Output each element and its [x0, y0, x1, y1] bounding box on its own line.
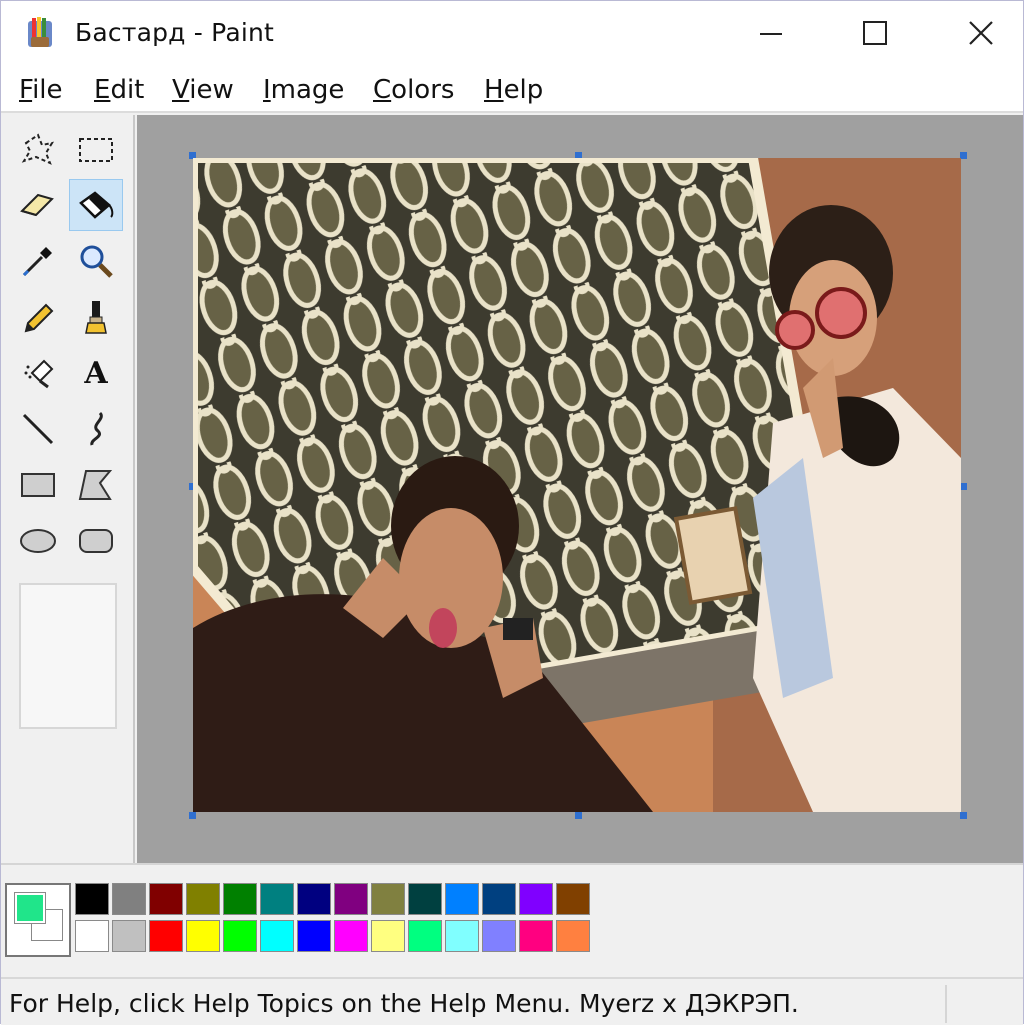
palette-swatch[interactable] [482, 920, 516, 952]
palette-swatch[interactable] [149, 920, 183, 952]
fill-bucket-icon [79, 191, 114, 219]
menu-file[interactable]: File [19, 75, 63, 105]
palette-swatch[interactable] [408, 883, 442, 915]
polygon-icon [78, 470, 113, 500]
rounded-rectangle-tool[interactable] [69, 515, 123, 567]
current-colors[interactable] [5, 883, 71, 957]
palette-swatch[interactable] [260, 883, 294, 915]
photo-illustration [193, 158, 961, 812]
free-form-select-icon [21, 133, 55, 165]
minimize-icon [760, 33, 782, 35]
canvas-area[interactable] [137, 115, 1023, 863]
foreground-color-swatch[interactable] [15, 893, 45, 923]
palette-swatch[interactable] [445, 883, 479, 915]
resize-handle[interactable] [575, 812, 582, 819]
palette-swatch[interactable] [445, 920, 479, 952]
ellipse-tool[interactable] [11, 515, 65, 567]
free-form-select-tool[interactable] [11, 123, 65, 175]
title-bar[interactable]: Бастард - Paint [1, 1, 1023, 65]
palette-swatch[interactable] [482, 883, 516, 915]
palette-swatch[interactable] [334, 883, 368, 915]
curve-tool[interactable] [69, 403, 123, 455]
status-divider [945, 985, 947, 1023]
brush-icon [85, 301, 107, 334]
palette-swatch[interactable] [75, 920, 109, 952]
status-text: For Help, click Help Topics on the Help … [9, 989, 799, 1018]
eraser-icon [20, 193, 54, 217]
menu-bar: File Edit View Image Colors Help [1, 65, 1023, 113]
maximize-icon [863, 21, 887, 45]
close-button[interactable] [951, 9, 1011, 57]
pencil-tool[interactable] [11, 291, 65, 343]
rounded-rectangle-icon [79, 529, 113, 553]
resize-handle[interactable] [960, 483, 967, 490]
line-icon [22, 413, 54, 445]
palette-swatch[interactable] [112, 920, 146, 952]
palette-swatch[interactable] [112, 883, 146, 915]
palette-swatch[interactable] [519, 883, 553, 915]
palette-swatch[interactable] [371, 920, 405, 952]
palette-swatch[interactable] [519, 920, 553, 952]
pencil-icon [24, 303, 54, 333]
palette-swatch[interactable] [223, 920, 257, 952]
paint-window: Бастард - Paint File Edit View Image Col… [0, 0, 1024, 1025]
airbrush-tool[interactable] [11, 347, 65, 399]
curve-icon [90, 411, 103, 446]
palette-swatch[interactable] [371, 883, 405, 915]
palette-swatch[interactable] [149, 883, 183, 915]
palette-swatch[interactable] [186, 883, 220, 915]
palette-swatch[interactable] [297, 883, 331, 915]
status-bar: For Help, click Help Topics on the Help … [1, 977, 1023, 1025]
rectangle-icon [21, 473, 55, 497]
menu-edit[interactable]: Edit [94, 75, 144, 105]
brush-tool[interactable] [69, 291, 123, 343]
airbrush-icon [24, 359, 54, 389]
rectangle-tool[interactable] [11, 459, 65, 511]
palette-swatch[interactable] [556, 883, 590, 915]
line-tool[interactable] [11, 403, 65, 455]
color-picker-icon [22, 247, 52, 277]
palette-swatch[interactable] [408, 920, 442, 952]
palette-swatch[interactable] [334, 920, 368, 952]
minimize-button[interactable] [741, 9, 801, 57]
menu-view[interactable]: View [172, 75, 234, 105]
palette-swatch[interactable] [556, 920, 590, 952]
paint-app-icon [28, 17, 52, 47]
resize-handle[interactable] [960, 152, 967, 159]
color-picker-tool[interactable] [11, 235, 65, 287]
palette-swatch[interactable] [260, 920, 294, 952]
close-icon [969, 21, 993, 45]
resize-handle[interactable] [960, 812, 967, 819]
palette-swatch[interactable] [75, 883, 109, 915]
color-palette [1, 863, 1023, 975]
resize-handle[interactable] [189, 812, 196, 819]
select-icon [79, 138, 113, 162]
palette-swatch[interactable] [297, 920, 331, 952]
maximize-button[interactable] [845, 9, 905, 57]
text-tool[interactable]: A [69, 347, 123, 399]
menu-image[interactable]: Image [263, 75, 344, 105]
magnifier-icon [80, 245, 113, 278]
magnifier-tool[interactable] [69, 235, 123, 287]
text-icon: A [84, 355, 108, 391]
palette-swatch[interactable] [223, 883, 257, 915]
ellipse-icon [20, 529, 56, 553]
menu-colors[interactable]: Colors [373, 75, 454, 105]
palette-swatch[interactable] [186, 920, 220, 952]
canvas-image[interactable] [193, 158, 961, 812]
tool-options-box[interactable] [19, 583, 117, 729]
polygon-tool[interactable] [69, 459, 123, 511]
window-title: Бастард - Paint [75, 18, 275, 47]
toolbox: A [1, 115, 135, 863]
menu-help[interactable]: Help [484, 75, 543, 105]
select-tool[interactable] [69, 123, 123, 175]
fill-bucket-tool[interactable] [69, 179, 123, 231]
eraser-tool[interactable] [11, 179, 65, 231]
